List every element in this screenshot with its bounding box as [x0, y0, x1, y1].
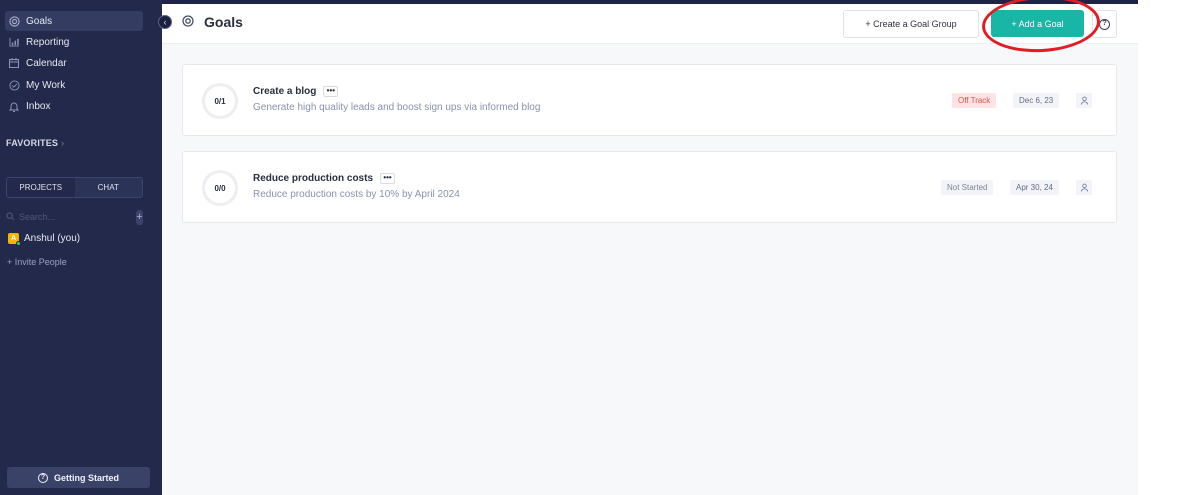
help-circle-icon: ? — [37, 472, 48, 483]
goals-icon — [182, 14, 194, 30]
sidebar-rail — [150, 0, 162, 495]
add-chat-button[interactable]: + — [136, 209, 143, 225]
my-work-icon — [8, 79, 20, 91]
getting-started-button[interactable]: ? Getting Started — [7, 467, 150, 488]
sidebar-item-label: Reporting — [26, 36, 70, 48]
bell-icon — [8, 100, 20, 112]
status-badge[interactable]: Not Started — [941, 180, 994, 195]
due-date[interactable]: Dec 6, 23 — [1013, 93, 1060, 108]
tab-chat[interactable]: CHAT — [74, 178, 142, 197]
page-header: Goals + Create a Goal Group + Add a Goal… — [162, 0, 1138, 56]
sidebar-search: + — [6, 209, 143, 225]
favorites-label: FAVORITES — [6, 138, 59, 148]
page-title: Goals — [182, 14, 243, 30]
chevron-left-icon: ‹ — [163, 17, 167, 27]
due-date[interactable]: Apr 30, 24 — [1010, 180, 1059, 195]
goal-title-row: Create a blog ••• — [253, 86, 339, 97]
avatar-initial: A — [10, 235, 17, 242]
more-options-button[interactable]: ••• — [380, 173, 396, 184]
sidebar-item-label: Goals — [26, 15, 53, 27]
goal-card[interactable]: 0/0 Reduce production costs ••• Reduce p… — [182, 151, 1117, 223]
more-options-button[interactable]: ••• — [323, 86, 339, 97]
status-badge[interactable]: Off Track — [952, 93, 997, 108]
help-button[interactable]: ? — [1092, 10, 1117, 38]
tab-projects[interactable]: PROJECTS — [7, 178, 75, 197]
blank-margin — [1138, 0, 1200, 495]
goal-description: Generate high quality leads and boost si… — [253, 102, 541, 113]
favorites-header[interactable]: FAVORITES › — [6, 138, 64, 148]
goals-icon — [8, 15, 20, 27]
progress-indicator: 0/0 — [202, 170, 238, 206]
invite-people-link[interactable]: + Invite People — [7, 257, 67, 267]
sidebar-tabs: PROJECTS CHAT — [6, 177, 143, 198]
search-icon — [6, 211, 15, 223]
collapse-sidebar-button[interactable]: ‹ — [158, 15, 172, 29]
help-icon: ? — [1099, 18, 1110, 30]
chevron-right-icon: › — [61, 138, 65, 148]
avatar: A — [8, 233, 21, 246]
sidebar-item-my-work[interactable]: My Work — [5, 75, 143, 95]
goal-title[interactable]: Create a blog — [253, 86, 316, 97]
online-status-dot — [16, 241, 21, 246]
progress-indicator: 0/1 — [202, 83, 238, 119]
sidebar-item-goals[interactable]: Goals — [5, 11, 143, 31]
main-content: Goals + Create a Goal Group + Add a Goal… — [162, 0, 1138, 495]
calendar-icon — [8, 57, 20, 69]
assignee-icon[interactable] — [1076, 93, 1092, 108]
page-title-text: Goals — [204, 14, 243, 30]
sidebar-item-inbox[interactable]: Inbox — [5, 96, 143, 116]
user-name: Anshul (you) — [24, 233, 81, 244]
sidebar-item-calendar[interactable]: Calendar — [5, 53, 143, 73]
search-input[interactable] — [19, 212, 136, 222]
goal-description: Reduce production costs by 10% by April … — [253, 189, 460, 200]
goal-title[interactable]: Reduce production costs — [253, 173, 373, 184]
create-goal-group-button[interactable]: + Create a Goal Group — [843, 10, 979, 38]
goal-card[interactable]: 0/1 Create a blog ••• Generate high qual… — [182, 64, 1117, 136]
sidebar-item-label: Calendar — [26, 57, 67, 69]
sidebar-item-label: Inbox — [26, 100, 51, 112]
goal-title-row: Reduce production costs ••• — [253, 173, 396, 184]
reporting-icon — [8, 36, 20, 48]
getting-started-label: Getting Started — [53, 472, 119, 483]
sidebar-item-reporting[interactable]: Reporting — [5, 32, 143, 52]
user-item[interactable]: A Anshul (you) — [8, 233, 81, 246]
assignee-icon[interactable] — [1076, 180, 1092, 195]
add-goal-button[interactable]: + Add a Goal — [991, 10, 1084, 37]
sidebar-item-label: My Work — [26, 79, 66, 91]
sidebar: Goals Reporting Calendar My Work Inbox F… — [0, 0, 150, 495]
